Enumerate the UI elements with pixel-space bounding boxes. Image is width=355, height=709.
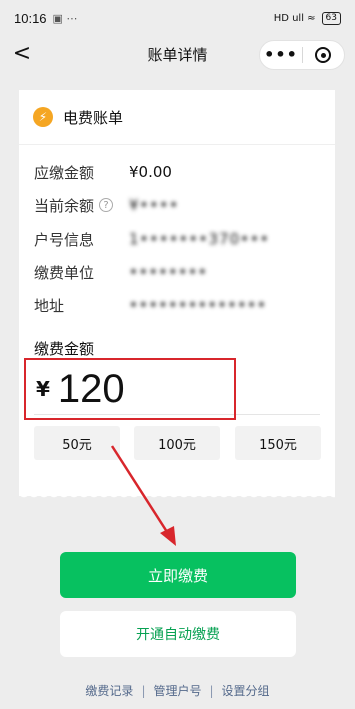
footer-links: 缴费记录 | 管理户号 | 设置分组 <box>0 682 355 699</box>
manage-accounts-link[interactable]: 管理户号 <box>153 682 201 699</box>
auto-pay-button[interactable]: 开通自动缴费 <box>60 611 296 657</box>
payment-records-link[interactable]: 缴费记录 <box>85 682 133 699</box>
pay-now-button[interactable]: 立即缴费 <box>60 552 296 598</box>
footer-divider: | <box>141 683 146 698</box>
set-group-link[interactable]: 设置分组 <box>222 682 270 699</box>
footer-divider: | <box>209 683 214 698</box>
annotation-arrow <box>110 445 176 546</box>
